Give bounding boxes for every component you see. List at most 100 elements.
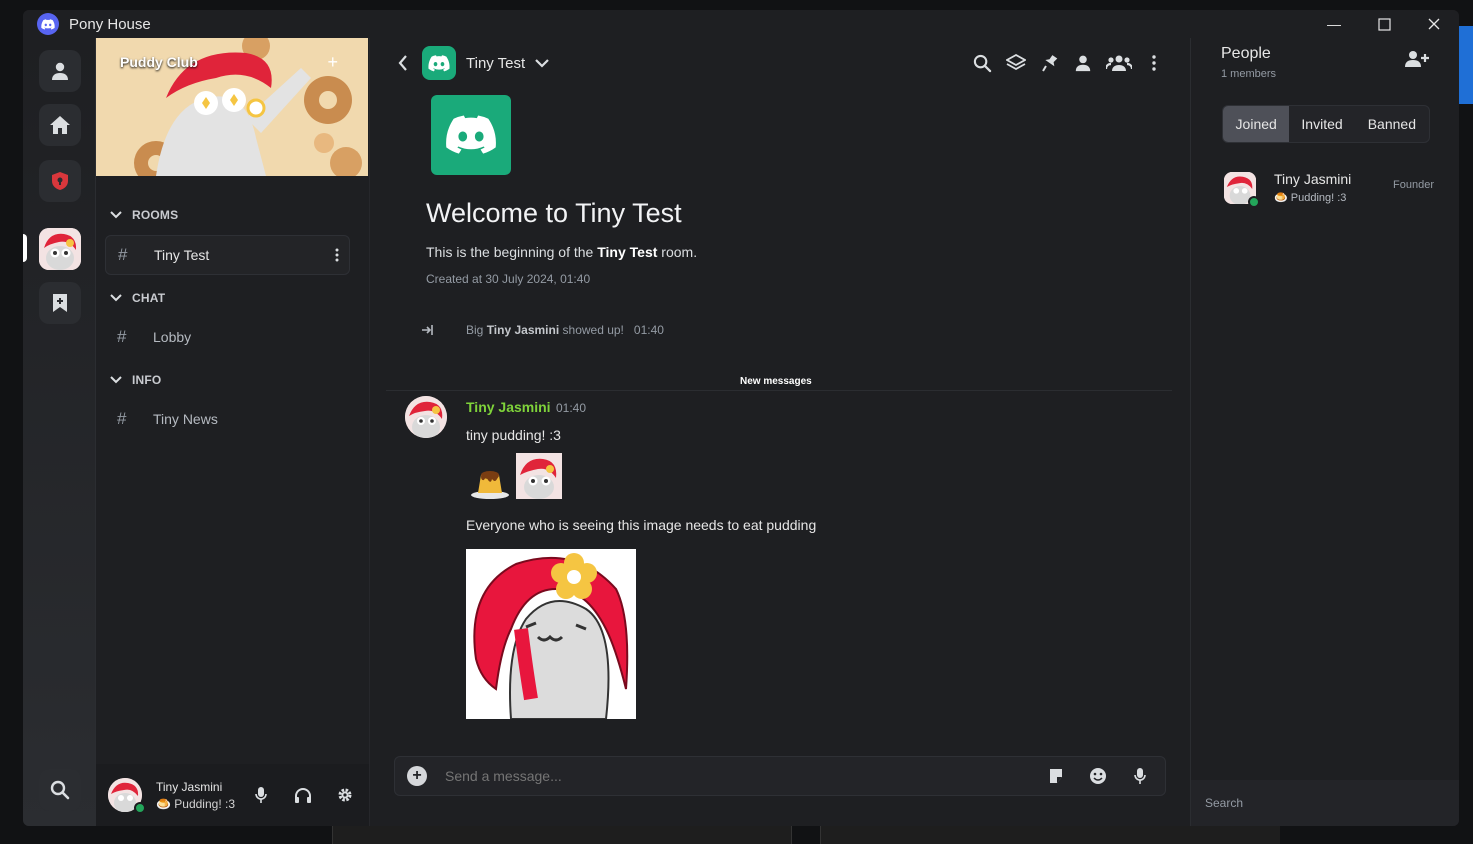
app-logo-icon xyxy=(37,13,59,35)
tab-invited[interactable]: Invited xyxy=(1289,106,1354,142)
chevron-down-icon xyxy=(110,294,122,302)
members-button[interactable] xyxy=(1105,52,1133,74)
chevron-down-icon[interactable] xyxy=(535,58,549,68)
welcome-room-name: Tiny Test xyxy=(597,244,658,260)
message-composer: + xyxy=(394,756,1166,796)
new-messages-label: New messages xyxy=(740,376,812,387)
welcome-prefix: This is the beginning of the xyxy=(426,244,594,260)
search-button[interactable] xyxy=(39,769,81,811)
close-button[interactable] xyxy=(1409,10,1459,38)
user-status: 🍮 Pudding! :3 xyxy=(156,796,235,811)
headphones-button[interactable] xyxy=(282,779,324,811)
emoji-button[interactable] xyxy=(1077,761,1119,791)
desktop-accent xyxy=(1459,26,1473,104)
room-tiny-test[interactable]: # Tiny Test xyxy=(105,235,350,275)
hash-icon: # xyxy=(117,409,127,428)
profile-button[interactable] xyxy=(39,50,81,92)
home-button[interactable] xyxy=(39,104,81,146)
user-info: Tiny Jasmini 🍮 Pudding! :3 xyxy=(156,780,240,811)
welcome-room-logo xyxy=(431,95,511,175)
people-title: People xyxy=(1221,45,1271,62)
category-label: INFO xyxy=(132,373,162,387)
threads-button[interactable] xyxy=(1005,52,1027,74)
channel-sidebar: Puddy Club + ROOMS # Tiny Test CHAT # Lo… xyxy=(96,38,370,826)
back-arrow-icon[interactable] xyxy=(398,55,408,71)
hash-icon: # xyxy=(118,245,128,264)
room-label: Tiny Test xyxy=(154,247,210,263)
tab-banned[interactable]: Banned xyxy=(1355,106,1429,142)
message-time: 01:40 xyxy=(556,401,587,415)
add-room-icon[interactable]: + xyxy=(327,52,338,73)
pony-emoji-icon xyxy=(516,453,562,499)
message-image[interactable] xyxy=(466,549,636,719)
people-panel: People 1 members Joined Invited Banned T… xyxy=(1190,38,1459,826)
pudding-emoji-icon xyxy=(471,471,509,499)
add-attachment-button[interactable]: + xyxy=(407,766,427,786)
layers-icon xyxy=(1006,54,1026,71)
room-label: Lobby xyxy=(153,329,192,345)
people-search-input[interactable]: Search xyxy=(1191,780,1459,826)
category-chat[interactable]: CHAT xyxy=(108,291,165,305)
server-rail xyxy=(23,38,96,826)
message-text-1: tiny pudding! :3 xyxy=(466,427,561,443)
online-status-dot xyxy=(134,802,146,814)
invite-user-button[interactable] xyxy=(1405,50,1429,73)
member-row[interactable]: Tiny Jasmini 🍮 Pudding! :3 Founder xyxy=(1224,170,1434,210)
titlebar: Pony House — xyxy=(23,10,1459,38)
welcome-suffix: room. xyxy=(661,244,698,260)
welcome-description: This is the beginning of the Tiny Test r… xyxy=(426,244,697,260)
pinned-button[interactable] xyxy=(1039,52,1061,74)
server-name: Puddy Club xyxy=(120,54,198,70)
shield-button[interactable] xyxy=(39,160,81,202)
microphone-button[interactable] xyxy=(240,779,282,811)
room-tiny-news[interactable]: # Tiny News xyxy=(105,399,350,439)
add-user-icon xyxy=(1405,51,1429,67)
background-editor-2 xyxy=(820,826,1280,844)
room-logo-icon xyxy=(422,46,456,80)
join-user[interactable]: Tiny Jasmini xyxy=(487,323,559,337)
message-text-2: Everyone who is seeing this image needs … xyxy=(466,517,817,533)
more-options-button[interactable] xyxy=(1143,52,1165,74)
server-banner[interactable]: Puddy Club + xyxy=(96,38,368,176)
bookmark-button[interactable] xyxy=(39,282,81,324)
pin-icon xyxy=(1042,55,1058,72)
category-label: ROOMS xyxy=(132,208,179,222)
message-avatar[interactable] xyxy=(405,396,447,438)
microphone-icon xyxy=(1134,768,1146,784)
settings-button[interactable] xyxy=(324,779,366,811)
category-rooms[interactable]: ROOMS xyxy=(108,208,178,222)
member-name: Tiny Jasmini xyxy=(1274,171,1352,187)
hash-icon: # xyxy=(117,327,127,346)
server-puddy-club[interactable] xyxy=(39,228,81,270)
category-info[interactable]: INFO xyxy=(108,373,161,387)
background-editor xyxy=(332,826,792,844)
join-event: Big Tiny Jasmini showed up! 01:40 xyxy=(420,323,664,337)
room-options-icon[interactable] xyxy=(335,248,339,262)
user-name: Tiny Jasmini xyxy=(156,779,223,794)
room-lobby[interactable]: # Lobby xyxy=(105,317,350,357)
room-title[interactable]: Tiny Test xyxy=(466,55,525,72)
member-role: Founder xyxy=(1393,179,1434,191)
profile-button[interactable] xyxy=(1072,52,1094,74)
user-avatar-wrap[interactable] xyxy=(108,778,146,814)
message-author[interactable]: Tiny Jasmini xyxy=(466,399,551,415)
window-title: Pony House xyxy=(69,15,151,33)
join-prefix: Big xyxy=(466,323,484,337)
search-icon xyxy=(50,780,70,800)
search-messages-button[interactable] xyxy=(971,52,993,74)
maximize-button[interactable] xyxy=(1359,10,1409,38)
puddy-club-avatar-icon xyxy=(39,228,81,270)
message-input[interactable] xyxy=(445,768,1035,784)
room-created-date: Created at 30 July 2024, 01:40 xyxy=(426,272,591,286)
user-panel: Tiny Jasmini 🍮 Pudding! :3 xyxy=(96,764,369,826)
join-time: 01:40 xyxy=(633,323,664,337)
voice-message-button[interactable] xyxy=(1119,761,1161,791)
message-emojis xyxy=(470,453,562,499)
tab-joined[interactable]: Joined xyxy=(1223,106,1290,142)
emoji-icon xyxy=(1090,768,1106,784)
sticker-button[interactable] xyxy=(1035,761,1077,791)
minimize-button[interactable]: — xyxy=(1309,10,1359,38)
chat-area: Tiny Test Welcome to Tiny Test This is t… xyxy=(370,38,1190,826)
microphone-icon xyxy=(255,787,267,803)
welcome-title: Welcome to Tiny Test xyxy=(426,198,682,228)
